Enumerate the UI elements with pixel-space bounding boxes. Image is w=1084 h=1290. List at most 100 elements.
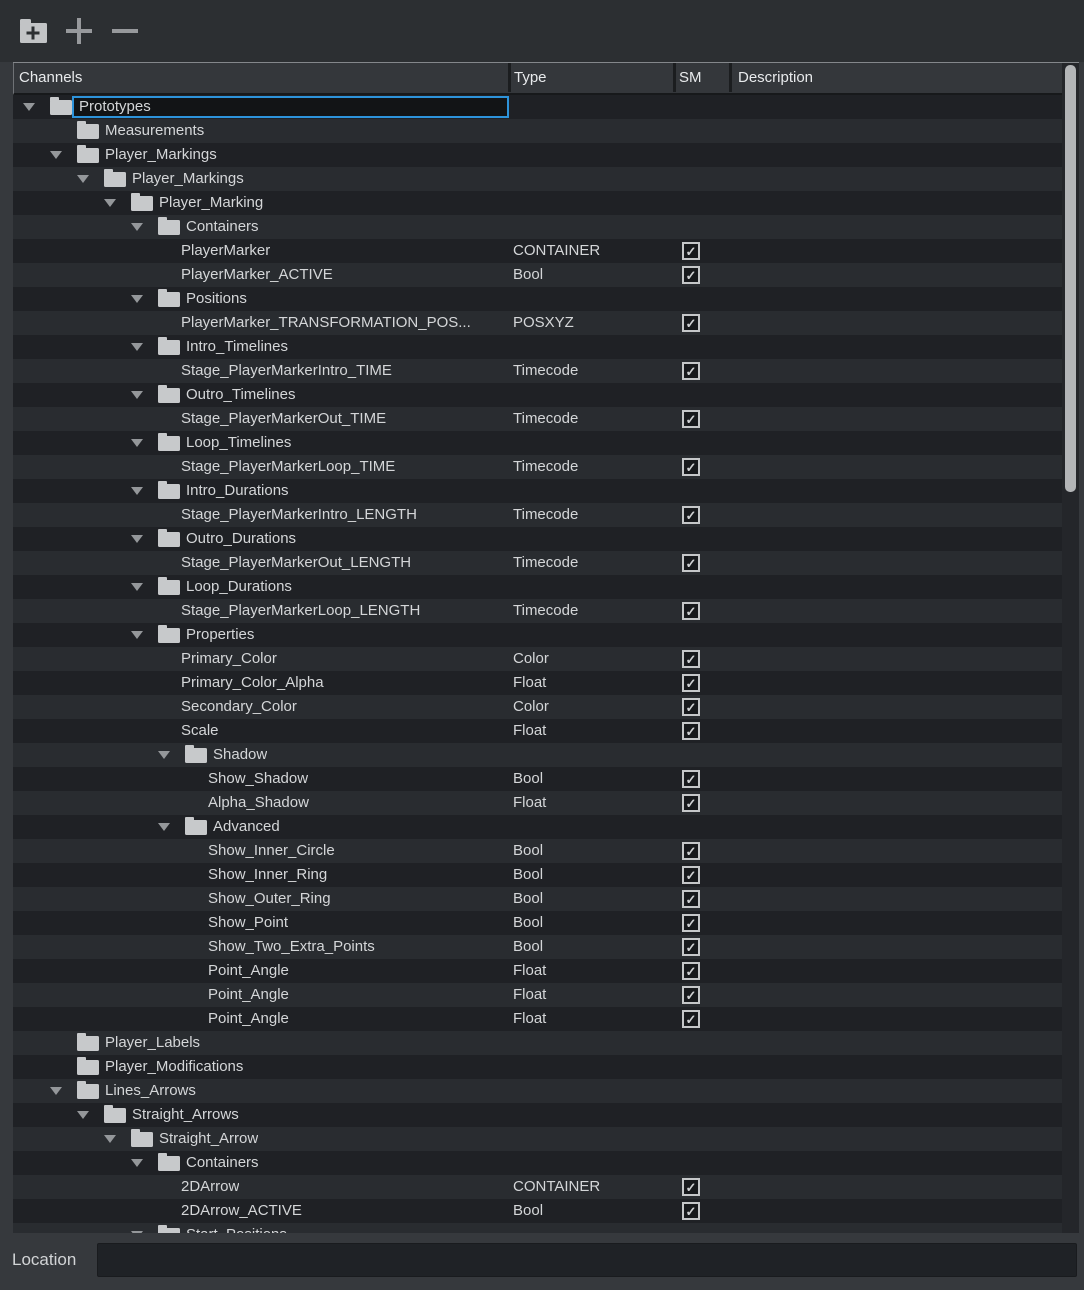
tree-row[interactable]: Show_Inner_RingBool✓	[13, 863, 1062, 887]
expander-icon[interactable]	[130, 1151, 144, 1175]
tree-row[interactable]: Advanced	[13, 815, 1062, 839]
expander-icon[interactable]	[49, 143, 63, 167]
tree-row[interactable]: Point_AngleFloat✓	[13, 983, 1062, 1007]
sm-checkbox[interactable]: ✓	[682, 1010, 700, 1028]
sm-checkbox[interactable]: ✓	[682, 266, 700, 284]
expander-icon[interactable]	[157, 743, 171, 767]
sm-checkbox[interactable]: ✓	[682, 410, 700, 428]
expander-icon[interactable]	[103, 191, 117, 215]
sm-checkbox[interactable]: ✓	[682, 938, 700, 956]
expander-icon[interactable]	[130, 215, 144, 239]
tree-row[interactable]: Measurements	[13, 119, 1062, 143]
tree-row[interactable]: Intro_Durations	[13, 479, 1062, 503]
tree-row[interactable]: PlayerMarkerCONTAINER✓	[13, 239, 1062, 263]
column-separator[interactable]	[673, 63, 676, 92]
tree-row[interactable]: Point_AngleFloat✓	[13, 1007, 1062, 1031]
expander-icon[interactable]	[130, 479, 144, 503]
tree-row[interactable]: PlayerMarker_ACTIVEBool✓	[13, 263, 1062, 287]
tree-row[interactable]: Primary_ColorColor✓	[13, 647, 1062, 671]
column-separator[interactable]	[729, 63, 732, 92]
tree-row[interactable]: Lines_Arrows	[13, 1079, 1062, 1103]
expander-icon[interactable]	[22, 95, 36, 119]
expander-icon[interactable]	[49, 1079, 63, 1103]
tree-row[interactable]: Stage_PlayerMarkerLoop_LENGTHTimecode✓	[13, 599, 1062, 623]
tree-row[interactable]: Outro_Timelines	[13, 383, 1062, 407]
tree-row[interactable]: Start_Positions	[13, 1223, 1062, 1233]
sm-checkbox[interactable]: ✓	[682, 890, 700, 908]
column-header-type[interactable]: Type	[514, 63, 547, 92]
remove-channel-button[interactable]	[106, 11, 144, 51]
tree-row[interactable]: Intro_Timelines	[13, 335, 1062, 359]
expander-icon[interactable]	[130, 431, 144, 455]
sm-checkbox[interactable]: ✓	[682, 242, 700, 260]
expander-icon[interactable]	[130, 575, 144, 599]
tree-row[interactable]: Straight_Arrows	[13, 1103, 1062, 1127]
sm-checkbox[interactable]: ✓	[682, 362, 700, 380]
tree-row[interactable]: Loop_Durations	[13, 575, 1062, 599]
add-channel-button[interactable]	[60, 11, 98, 51]
sm-checkbox[interactable]: ✓	[682, 1178, 700, 1196]
tree-row[interactable]: Containers	[13, 1151, 1062, 1175]
expander-icon[interactable]	[76, 1103, 90, 1127]
tree-row[interactable]: Point_AngleFloat✓	[13, 959, 1062, 983]
tree-row[interactable]: Shadow	[13, 743, 1062, 767]
tree-row[interactable]: Stage_PlayerMarkerOut_TIMETimecode✓	[13, 407, 1062, 431]
sm-checkbox[interactable]: ✓	[682, 986, 700, 1004]
tree-row[interactable]: Outro_Durations	[13, 527, 1062, 551]
tree-row[interactable]: Show_Two_Extra_PointsBool✓	[13, 935, 1062, 959]
sm-checkbox[interactable]: ✓	[682, 506, 700, 524]
expander-icon[interactable]	[130, 1223, 144, 1233]
column-header-description[interactable]: Description	[738, 63, 813, 92]
tree-row[interactable]: Stage_PlayerMarkerLoop_TIMETimecode✓	[13, 455, 1062, 479]
tree-row[interactable]: Show_Inner_CircleBool✓	[13, 839, 1062, 863]
tree-row[interactable]: 2DArrowCONTAINER✓	[13, 1175, 1062, 1199]
sm-checkbox[interactable]: ✓	[682, 914, 700, 932]
new-folder-button[interactable]	[14, 11, 52, 51]
tree-row[interactable]: Player_Markings	[13, 143, 1062, 167]
expander-icon[interactable]	[103, 1127, 117, 1151]
sm-checkbox[interactable]: ✓	[682, 722, 700, 740]
column-separator[interactable]	[508, 63, 511, 92]
expander-icon[interactable]	[157, 815, 171, 839]
column-header-channels[interactable]: Channels	[19, 63, 82, 92]
scrollbar-thumb[interactable]	[1065, 65, 1076, 492]
sm-checkbox[interactable]: ✓	[682, 770, 700, 788]
expander-icon[interactable]	[130, 527, 144, 551]
sm-checkbox[interactable]: ✓	[682, 650, 700, 668]
tree-row[interactable]: Containers	[13, 215, 1062, 239]
tree-row[interactable]: ScaleFloat✓	[13, 719, 1062, 743]
tree-row[interactable]: Stage_PlayerMarkerIntro_TIMETimecode✓	[13, 359, 1062, 383]
tree-row[interactable]: Properties	[13, 623, 1062, 647]
tree-row[interactable]: Straight_Arrow	[13, 1127, 1062, 1151]
tree-row[interactable]: Secondary_ColorColor✓	[13, 695, 1062, 719]
sm-checkbox[interactable]: ✓	[682, 698, 700, 716]
scrollbar[interactable]	[1062, 63, 1079, 1233]
tree-row[interactable]: Primary_Color_AlphaFloat✓	[13, 671, 1062, 695]
tree-row[interactable]: Show_Outer_RingBool✓	[13, 887, 1062, 911]
expander-icon[interactable]	[130, 623, 144, 647]
tree-row[interactable]: Alpha_ShadowFloat✓	[13, 791, 1062, 815]
sm-checkbox[interactable]: ✓	[682, 602, 700, 620]
tree-row[interactable]: Player_Labels	[13, 1031, 1062, 1055]
tree-row[interactable]: Positions	[13, 287, 1062, 311]
sm-checkbox[interactable]: ✓	[682, 866, 700, 884]
sm-checkbox[interactable]: ✓	[682, 1202, 700, 1220]
sm-checkbox[interactable]: ✓	[682, 458, 700, 476]
tree-row[interactable]: Loop_Timelines	[13, 431, 1062, 455]
tree-row[interactable]: PlayerMarker_TRANSFORMATION_POS...POSXYZ…	[13, 311, 1062, 335]
location-input[interactable]	[97, 1243, 1077, 1277]
expander-icon[interactable]	[130, 383, 144, 407]
tree-row[interactable]: Stage_PlayerMarkerOut_LENGTHTimecode✓	[13, 551, 1062, 575]
sm-checkbox[interactable]: ✓	[682, 554, 700, 572]
expander-icon[interactable]	[130, 287, 144, 311]
sm-checkbox[interactable]: ✓	[682, 794, 700, 812]
sm-checkbox[interactable]: ✓	[682, 842, 700, 860]
tree-row[interactable]: Player_Markings	[13, 167, 1062, 191]
rename-input[interactable]: Prototypes	[72, 96, 509, 118]
tree-row[interactable]: 2DArrow_ACTIVEBool✓	[13, 1199, 1062, 1223]
tree-row[interactable]: Show_ShadowBool✓	[13, 767, 1062, 791]
column-header-sm[interactable]: SM	[679, 63, 702, 92]
expander-icon[interactable]	[130, 335, 144, 359]
tree-row[interactable]: Stage_PlayerMarkerIntro_LENGTHTimecode✓	[13, 503, 1062, 527]
tree-row[interactable]: Player_Modifications	[13, 1055, 1062, 1079]
